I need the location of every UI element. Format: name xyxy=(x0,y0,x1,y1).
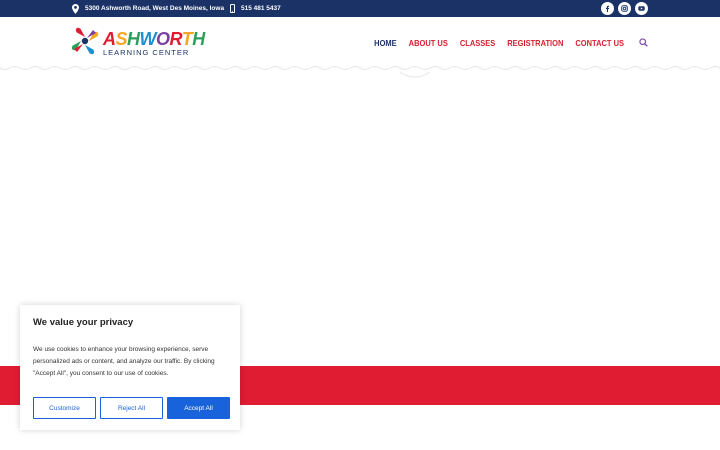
social-links xyxy=(601,2,648,15)
page: 5300 Ashworth Road, West Des Moines, Iow… xyxy=(0,0,720,450)
address-info: 5300 Ashworth Road, West Des Moines, Iow… xyxy=(72,0,224,17)
cookie-consent-dialog: We value your privacy We use cookies to … xyxy=(20,305,240,430)
phone-text[interactable]: 515 481 5437 xyxy=(241,5,281,12)
nav-item-home[interactable]: HOME xyxy=(374,38,397,48)
cookie-title: We value your privacy xyxy=(33,317,134,328)
top-info-bar: 5300 Ashworth Road, West Des Moines, Iow… xyxy=(0,0,720,17)
nav-item-classes[interactable]: CLASSES xyxy=(460,38,495,48)
nav-item-contact-us[interactable]: CONTACT US xyxy=(575,38,624,48)
logo-subtitle: LEARNING CENTER xyxy=(103,47,190,57)
nav-item-registration[interactable]: REGISTRATION xyxy=(507,38,563,48)
nav-item-about-us[interactable]: ABOUT US xyxy=(409,38,448,48)
address-text: 5300 Ashworth Road, West Des Moines, Iow… xyxy=(85,5,225,12)
mobile-phone-icon xyxy=(230,4,235,13)
pinwheel-logo-icon xyxy=(70,26,100,61)
phone-info[interactable]: 515 481 5437 xyxy=(230,0,281,17)
logo-wordmark: ASHWORTH LEARNING CENTER xyxy=(103,30,205,57)
header-center-bump xyxy=(400,71,430,78)
accept-all-button[interactable]: Accept All xyxy=(167,397,230,419)
facebook-icon[interactable] xyxy=(601,2,614,15)
youtube-icon[interactable] xyxy=(635,2,648,15)
instagram-icon[interactable] xyxy=(618,2,631,15)
search-icon[interactable] xyxy=(639,34,648,52)
map-pin-icon xyxy=(72,3,79,14)
customize-button[interactable]: Customize xyxy=(33,397,96,419)
site-header: ASHWORTH LEARNING CENTER HOME ABOUT US C… xyxy=(0,17,720,69)
logo-title: ASHWORTH xyxy=(103,28,205,49)
main-nav: HOME ABOUT US CLASSES REGISTRATION CONTA… xyxy=(374,17,648,69)
site-logo[interactable]: ASHWORTH LEARNING CENTER xyxy=(70,26,205,60)
cookie-buttons: Customize Reject All Accept All xyxy=(33,397,230,419)
reject-all-button[interactable]: Reject All xyxy=(100,397,163,419)
cookie-body: We use cookies to enhance your browsing … xyxy=(33,346,215,377)
header-wave-divider xyxy=(0,66,720,70)
